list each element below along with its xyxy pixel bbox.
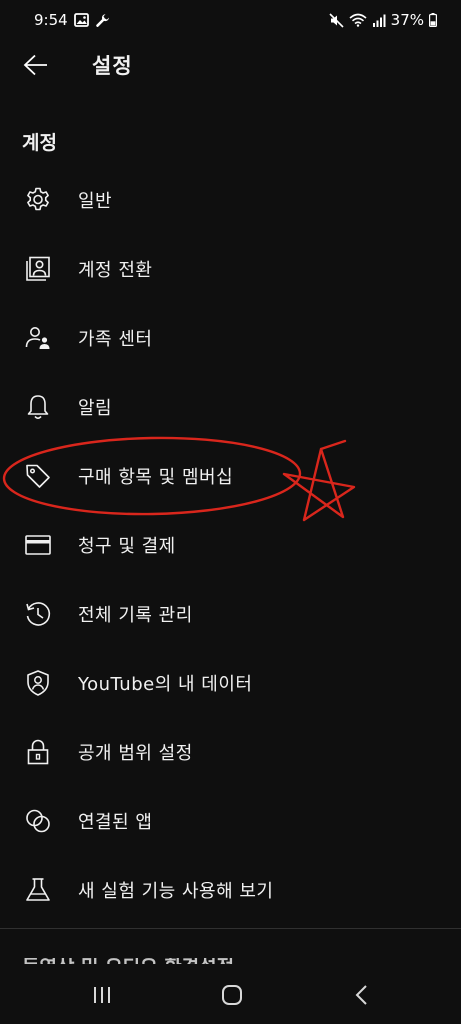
menu-item-label: 계정 전환 (78, 259, 153, 281)
menu-item-label: 전체 기록 관리 (78, 604, 193, 626)
menu-item-switch-account[interactable]: 계정 전환 (0, 234, 461, 303)
credit-card-icon (24, 531, 52, 559)
status-right: 37% (329, 11, 437, 29)
menu-item-general[interactable]: 일반 (0, 165, 461, 234)
menu-item-family-center[interactable]: 가족 센터 (0, 303, 461, 372)
linked-circles-icon (24, 807, 52, 835)
app-bar: 설정 (0, 40, 461, 90)
home-button[interactable] (212, 980, 252, 1010)
menu-item-connected-apps[interactable]: 연결된 앱 (0, 786, 461, 855)
arrow-left-icon (23, 54, 47, 76)
system-nav-bar (0, 964, 461, 1024)
menu-item-label: 구매 항목 및 멤버십 (78, 466, 234, 488)
tag-icon (24, 462, 52, 490)
menu-item-privacy[interactable]: 공개 범위 설정 (0, 717, 461, 786)
gear-icon (24, 186, 52, 214)
menu-item-manage-history[interactable]: 전체 기록 관리 (0, 579, 461, 648)
bell-icon (24, 393, 52, 421)
back-nav-icon (355, 985, 367, 1005)
menu-item-notifications[interactable]: 알림 (0, 372, 461, 441)
menu-item-purchases-memberships[interactable]: 구매 항목 및 멤버십 (0, 441, 461, 510)
menu-item-label: 알림 (78, 397, 113, 419)
menu-item-label: 공개 범위 설정 (78, 742, 193, 764)
mute-icon (329, 12, 344, 28)
menu-item-label: 가족 센터 (78, 328, 153, 350)
menu-item-label: 새 실험 기능 사용해 보기 (78, 880, 274, 902)
status-bar: 9:54 37% (0, 0, 461, 40)
settings-menu: 일반 계정 전환 가족 센터 알림 구매 항목 및 멤버십 청구 및 결제 전체… (0, 165, 461, 924)
menu-item-label: 일반 (78, 190, 113, 212)
gallery-icon (73, 13, 89, 27)
back-button[interactable] (14, 46, 58, 84)
recent-apps-icon (94, 987, 110, 1003)
recent-apps-button[interactable] (82, 980, 122, 1010)
section-divider (0, 928, 461, 929)
battery-icon (429, 13, 437, 27)
menu-item-label: YouTube의 내 데이터 (78, 673, 253, 695)
wrench-icon (95, 13, 110, 28)
back-nav-button[interactable] (342, 980, 382, 1010)
menu-item-your-data[interactable]: YouTube의 내 데이터 (0, 648, 461, 717)
battery-percent: 37% (390, 11, 424, 29)
family-icon (24, 324, 52, 352)
signal-icon (372, 14, 386, 27)
flask-icon (24, 876, 52, 904)
menu-item-billing-payments[interactable]: 청구 및 결제 (0, 510, 461, 579)
menu-item-label: 연결된 앱 (78, 811, 153, 833)
page-title: 설정 (92, 54, 133, 78)
lock-icon (24, 738, 52, 766)
status-left: 9:54 (34, 11, 110, 29)
shield-person-icon (24, 669, 52, 697)
section-title: 계정 (22, 132, 57, 154)
menu-item-try-experimental[interactable]: 새 실험 기능 사용해 보기 (0, 855, 461, 924)
menu-item-label: 청구 및 결제 (78, 535, 176, 557)
account-switch-icon (24, 255, 52, 283)
wifi-icon (349, 13, 367, 27)
home-icon (222, 985, 242, 1005)
history-icon (24, 600, 52, 628)
status-time: 9:54 (34, 11, 68, 29)
